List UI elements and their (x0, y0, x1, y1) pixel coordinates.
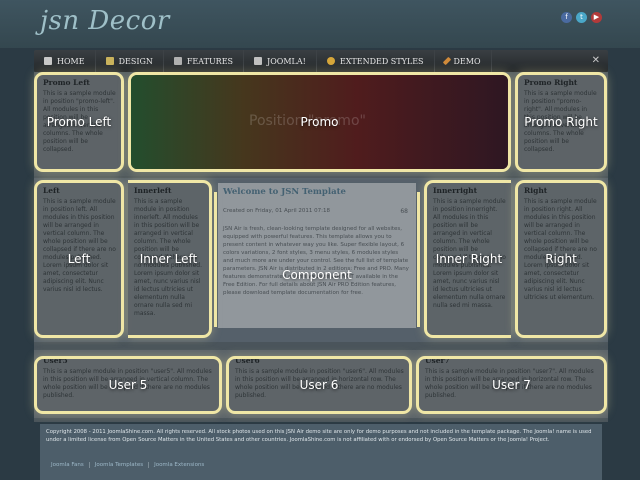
position-label: User 7 (492, 378, 531, 392)
right-module: Right This is a sample module in positio… (515, 180, 607, 338)
site-footer: Copyright 2008 - 2011 JoomlaShine.com. A… (40, 424, 602, 480)
nav-item-demo[interactable]: DEMO (435, 50, 492, 72)
footer-links: Joomla Fans Joomla Templates Joomla Exte… (46, 462, 209, 468)
nav-item-label: HOME (57, 56, 85, 66)
features-icon (173, 57, 182, 65)
footer-link[interactable]: Joomla Templates (90, 462, 150, 468)
module-title: Promo Right (524, 78, 578, 87)
main-nav: HOME DESIGN FEATURES JOOMLA! EXTENDED ST… (34, 50, 608, 72)
position-label: Promo Right (524, 115, 598, 129)
joomla-icon (254, 57, 263, 65)
nav-item-extended-styles[interactable]: EXTENDED STYLES (317, 50, 435, 72)
tools-icon[interactable]: ✕ (592, 55, 600, 66)
user6-module: User6 This is a sample module in positio… (226, 356, 412, 414)
social-links: f t ▶ (561, 12, 602, 23)
pencil-icon (442, 56, 451, 66)
user7-module: User7 This is a sample module in positio… (416, 356, 607, 414)
promo-left-module: Promo Left This is a sample module in po… (34, 72, 124, 172)
site-header: jsn Decor f t ▶ (0, 0, 640, 48)
module-title: Right (524, 186, 548, 195)
module-title: Innerleft (134, 186, 172, 195)
promo-right-module: Promo Right This is a sample module in p… (515, 72, 607, 172)
module-text: This is a sample module in position righ… (524, 198, 597, 301)
module-title: Innerright (433, 186, 478, 195)
inner-right-module: Innerright This is a sample module in po… (424, 180, 511, 338)
youtube-icon[interactable]: ▶ (591, 12, 602, 23)
nav-item-joomla[interactable]: JOOMLA! (244, 50, 317, 72)
nav-item-features[interactable]: FEATURES (164, 50, 245, 72)
user5-module: User5 This is a sample module in positio… (34, 356, 222, 414)
position-label: User 5 (108, 378, 148, 392)
module-title: User6 (235, 356, 260, 365)
site-logo[interactable]: jsn Decor (40, 6, 170, 36)
module-title: Left (43, 186, 60, 195)
nav-item-label: DESIGN (118, 56, 153, 66)
module-text: This is a sample module in position left… (43, 198, 116, 293)
position-label: Inner Left (139, 252, 198, 266)
nav-item-label: DEMO (453, 56, 481, 66)
twitter-icon[interactable]: t (576, 12, 587, 23)
nav-item-label: JOOMLA! (267, 56, 306, 66)
home-icon (44, 57, 52, 65)
position-label: Right (545, 252, 577, 266)
left-module: Left This is a sample module in position… (34, 180, 124, 338)
promo-module: Position "promo" Promo (128, 72, 511, 172)
position-label: Promo Left (46, 115, 112, 129)
inner-left-module: Innerleft This is a sample module in pos… (128, 180, 212, 338)
nav-item-design[interactable]: DESIGN (96, 50, 164, 72)
module-title: User5 (43, 356, 68, 365)
footer-link[interactable]: Joomla Fans (46, 462, 90, 468)
design-icon (105, 57, 114, 65)
nav-item-home[interactable]: HOME (34, 50, 96, 72)
position-label: Left (67, 252, 91, 266)
position-label: Promo (300, 115, 339, 129)
facebook-icon[interactable]: f (561, 12, 572, 23)
component-outline (214, 192, 420, 327)
position-label: User 6 (299, 378, 339, 392)
nav-item-label: FEATURES (186, 56, 234, 66)
module-title: Promo Left (43, 78, 90, 87)
footer-copyright: Copyright 2008 - 2011 JoomlaShine.com. A… (46, 429, 592, 443)
module-title: User7 (425, 356, 450, 365)
position-label: Inner Right (435, 252, 503, 266)
star-icon (326, 57, 335, 65)
nav-item-label: EXTENDED STYLES (339, 56, 424, 66)
footer-link[interactable]: Joomla Extensions (149, 462, 209, 468)
position-label: Component (282, 268, 352, 282)
